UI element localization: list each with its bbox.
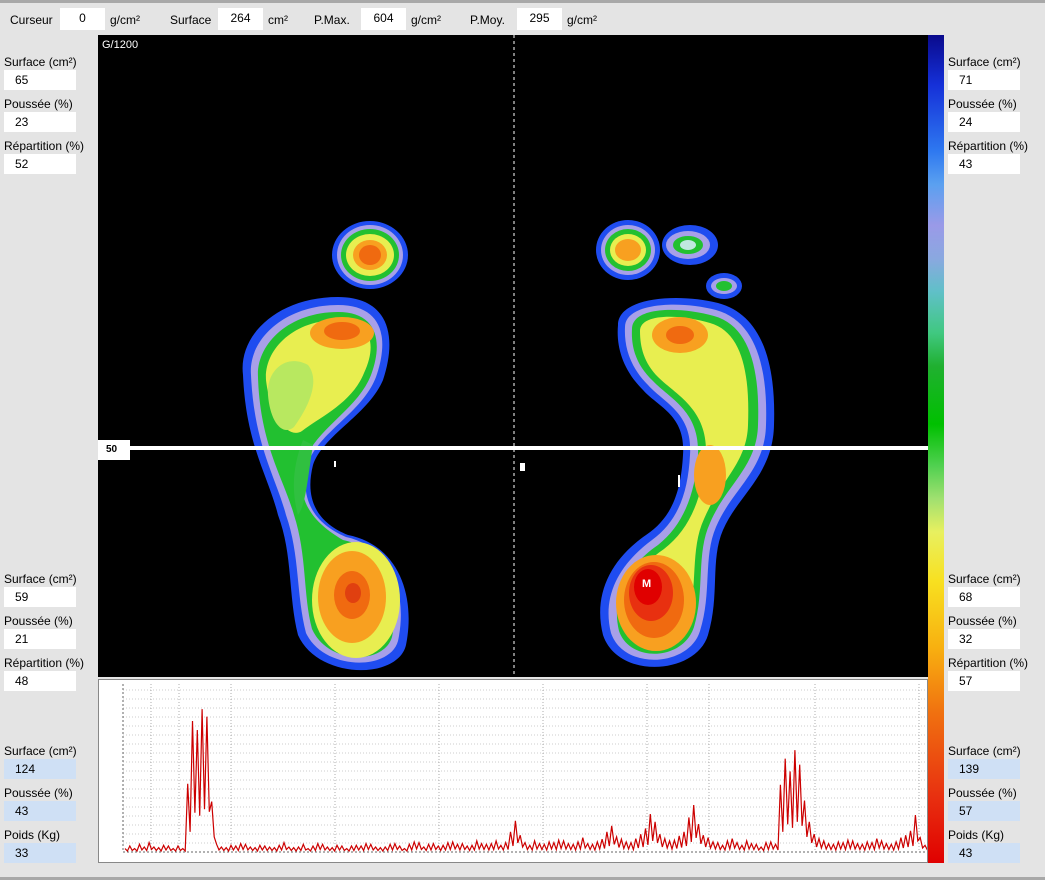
right-rear-repartition-label: Répartition (%) (948, 656, 1029, 670)
max-pressure-marker: M (642, 578, 652, 590)
left-front-poussee-label: Poussée (%) (4, 97, 73, 111)
left-total-poids-value: 33 (4, 843, 76, 863)
right-foot-map (596, 220, 775, 667)
right-total-poussee-value: 57 (948, 801, 1020, 821)
pmoy-value-field[interactable]: 295 (517, 8, 562, 30)
scale-label: G/1200 (102, 39, 139, 51)
cursor-value-field[interactable]: 0 (60, 8, 105, 30)
right-front-repartition-value: 43 (948, 154, 1020, 174)
left-front-repartition-value: 52 (4, 154, 76, 174)
left-front-surface-value: 65 (4, 70, 76, 90)
right-front-repartition-label: Répartition (%) (948, 139, 1029, 153)
pressure-time-graph[interactable] (98, 679, 928, 863)
left-total-poussee-label: Poussée (%) (4, 786, 73, 800)
left-rear-surface-label: Surface (cm²) (4, 572, 77, 586)
right-total-poids-label: Poids (Kg) (948, 828, 1005, 842)
left-rear-repartition-label: Répartition (%) (4, 656, 85, 670)
pmoy-unit: g/cm² (567, 13, 597, 27)
pressure-color-scale (928, 35, 944, 863)
right-total-poussee-label: Poussée (%) (948, 786, 1017, 800)
cursor-line-handle[interactable]: 50 (98, 440, 130, 460)
right-rear-poussee-value: 32 (948, 629, 1020, 649)
left-front-surface-label: Surface (cm²) (4, 55, 77, 69)
right-rear-surface-value: 68 (948, 587, 1020, 607)
toolbar: Curseur 0 g/cm² Surface 264 cm² P.Max. 6… (0, 4, 1045, 34)
right-front-poussee-value: 24 (948, 112, 1020, 132)
pmax-unit: g/cm² (411, 13, 441, 27)
pmax-value-field[interactable]: 604 (361, 8, 406, 30)
pressure-map-viewer[interactable]: G/1200 50 M (98, 35, 928, 677)
surface-label: Surface (170, 13, 212, 27)
left-front-repartition-label: Répartition (%) (4, 139, 85, 153)
left-total-poussee-value: 43 (4, 801, 76, 821)
right-rear-surface-label: Surface (cm²) (948, 572, 1021, 586)
right-total-poids-value: 43 (948, 843, 1020, 863)
right-total-surface-value: 139 (948, 759, 1020, 779)
surface-unit: cm² (268, 13, 288, 27)
right-front-poussee-label: Poussée (%) (948, 97, 1017, 111)
cursor-label: Curseur (10, 13, 53, 27)
cursor-unit: g/cm² (110, 13, 140, 27)
left-rear-poussee-value: 21 (4, 629, 76, 649)
left-total-surface-value: 124 (4, 759, 76, 779)
left-total-surface-label: Surface (cm²) (4, 744, 77, 758)
right-front-surface-label: Surface (cm²) (948, 55, 1021, 69)
pmoy-label: P.Moy. (470, 13, 505, 27)
pressure-trace-plot (122, 684, 927, 853)
pmax-label: P.Max. (314, 13, 350, 27)
left-foot-map (242, 221, 409, 671)
right-front-surface-value: 71 (948, 70, 1020, 90)
right-rear-poussee-label: Poussée (%) (948, 614, 1017, 628)
left-total-poids-label: Poids (Kg) (4, 828, 61, 842)
left-front-poussee-value: 23 (4, 112, 76, 132)
right-rear-repartition-value: 57 (948, 671, 1020, 691)
top-border (0, 0, 1045, 3)
left-rear-surface-value: 59 (4, 587, 76, 607)
left-rear-poussee-label: Poussée (%) (4, 614, 73, 628)
left-rear-repartition-value: 48 (4, 671, 76, 691)
surface-value-field[interactable]: 264 (218, 8, 263, 30)
pressure-map-image (98, 35, 928, 677)
right-total-surface-label: Surface (cm²) (948, 744, 1021, 758)
